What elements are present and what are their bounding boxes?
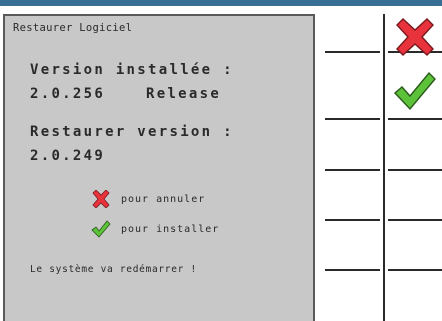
confirm-check-icon bbox=[91, 220, 111, 238]
restore-version-value: 2.0.249 bbox=[30, 148, 106, 164]
install-hint-text: pour installer bbox=[121, 223, 220, 235]
cancel-hint-text: pour annuler bbox=[121, 193, 206, 205]
cancel-x-icon bbox=[92, 190, 110, 208]
confirm-softkey[interactable] bbox=[393, 69, 437, 117]
installed-version-value: 2.0.256 bbox=[30, 86, 106, 102]
softkey-separator bbox=[325, 169, 380, 171]
cancel-x-icon bbox=[396, 18, 434, 56]
softkey-panel bbox=[325, 14, 442, 321]
install-hint-row: pour installer bbox=[91, 220, 219, 238]
cancel-hint-row: pour annuler bbox=[91, 190, 205, 208]
restore-version-label: Restaurer version : bbox=[30, 124, 234, 140]
softkey-empty[interactable] bbox=[388, 174, 442, 216]
reboot-notice: Le système va redémarrer ! bbox=[30, 264, 197, 275]
softkey-separator bbox=[325, 51, 380, 53]
softkey-separator bbox=[388, 219, 442, 221]
dialog-title: Restaurer Logiciel bbox=[13, 22, 133, 34]
installed-version-type: Release bbox=[146, 86, 222, 102]
softkey-separator bbox=[388, 169, 442, 171]
softkey-separator bbox=[325, 219, 380, 221]
softkey-empty[interactable] bbox=[388, 124, 442, 166]
softkey-divider-vertical bbox=[383, 14, 385, 321]
softkey-separator bbox=[325, 118, 380, 120]
softkey-empty[interactable] bbox=[388, 224, 442, 266]
confirm-check-icon bbox=[393, 71, 436, 111]
softkey-separator bbox=[325, 269, 380, 271]
softkey-separator bbox=[388, 269, 442, 271]
top-accent-bar bbox=[0, 0, 442, 6]
softkey-separator bbox=[388, 118, 442, 120]
restore-software-dialog: Restaurer Logiciel Version installée : 2… bbox=[3, 14, 315, 321]
cancel-softkey[interactable] bbox=[393, 17, 437, 61]
installed-version-label: Version installée : bbox=[30, 62, 234, 78]
softkey-empty[interactable] bbox=[388, 274, 442, 316]
